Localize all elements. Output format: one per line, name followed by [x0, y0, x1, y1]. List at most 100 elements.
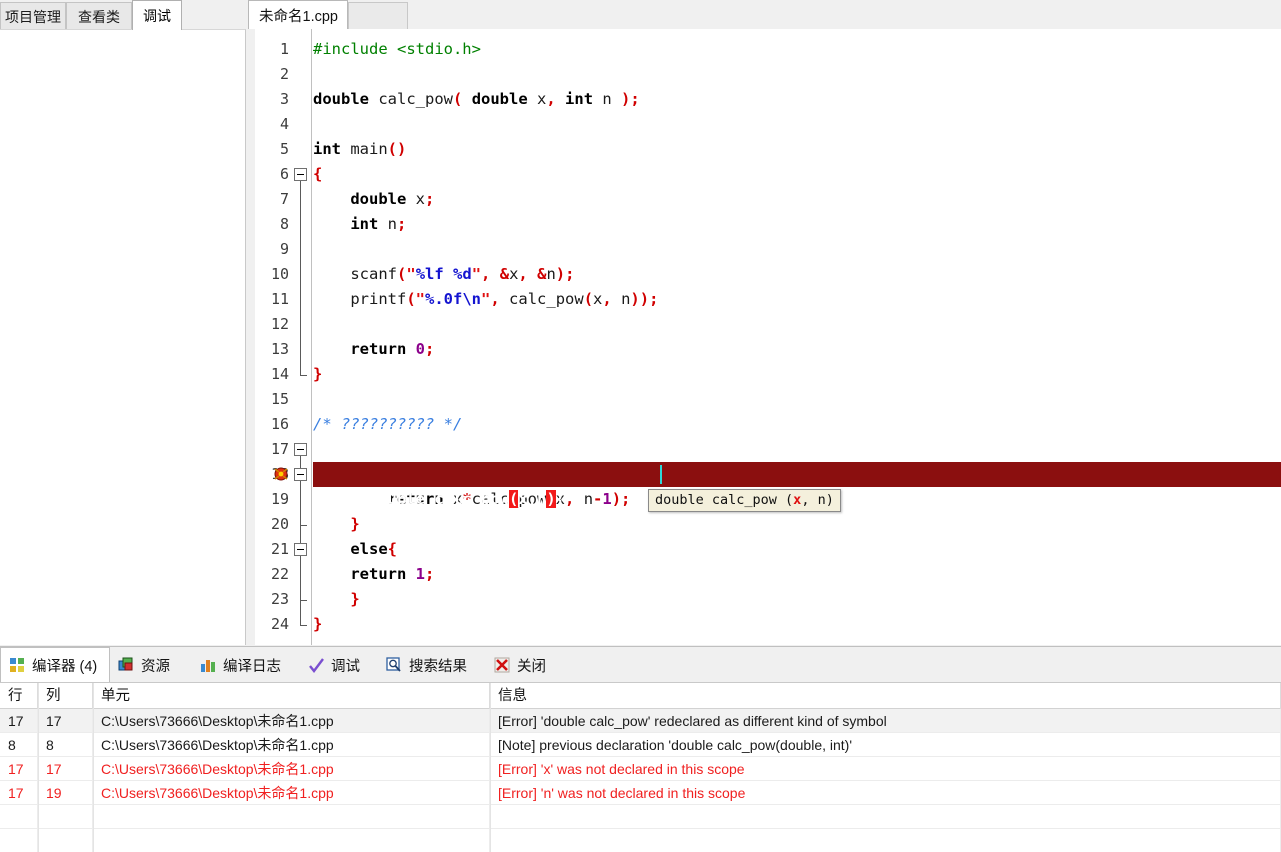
output-tab-label: 关闭: [517, 658, 546, 675]
code-token: &: [499, 265, 510, 283]
output-tab-1[interactable]: 资源: [110, 648, 192, 682]
fold-guide-line: [300, 181, 301, 375]
code-token: %lf %d: [415, 265, 472, 283]
code-token: int: [313, 140, 341, 158]
left-tab-0[interactable]: 项目管理: [0, 2, 66, 30]
parameter-hint-tooltip: double calc_pow (x, n): [648, 489, 841, 512]
line-number: 17: [270, 440, 289, 458]
chart-icon: [200, 657, 217, 674]
line-number: 13: [270, 340, 289, 358]
grid-cell-column: 17: [38, 757, 93, 781]
grid-cell-unit: C:\Users\73666\Desktop\未命名1.cpp: [93, 757, 490, 781]
debug-panel[interactable]: [0, 29, 246, 645]
code-token: /* ?????????? */: [313, 415, 463, 433]
close-icon: [494, 657, 511, 674]
tooltip-prefix: double calc_pow (: [655, 492, 794, 508]
code-token: %.0f\n: [425, 290, 482, 308]
fold-toggle-icon[interactable]: [294, 443, 307, 456]
code-line[interactable]: scanf("%lf %d", &x, &n);: [313, 262, 574, 287]
code-line[interactable]: return 0;: [313, 337, 434, 362]
code-token: ": [415, 290, 426, 308]
fold-toggle-icon[interactable]: [294, 468, 307, 481]
output-tab-0[interactable]: 编译器 (4): [0, 647, 110, 682]
compiler-messages-grid[interactable]: 行列单元 信息 17 17 C:\Users\73666\Desktop\未命名1.c…: [0, 682, 1281, 852]
code-token: n: [378, 215, 397, 233]
code-token: calc_pow: [499, 290, 584, 308]
code-line[interactable]: else{: [313, 537, 397, 562]
code-line[interactable]: }: [313, 362, 322, 387]
left-tab-1[interactable]: 查看类: [66, 2, 132, 30]
fold-toggle-icon[interactable]: [294, 543, 307, 556]
panel-splitter[interactable]: [246, 29, 255, 645]
output-tab-label: 搜索结果: [409, 658, 467, 675]
grid-header-cell-2[interactable]: 单元: [93, 683, 490, 709]
code-line[interactable]: #include <stdio.h>: [313, 37, 481, 62]
code-token: ,: [602, 290, 612, 308]
code-line[interactable]: {: [313, 162, 322, 187]
editor-tab-placeholder[interactable]: [348, 2, 408, 30]
code-token: x: [527, 90, 547, 108]
table-row[interactable]: [0, 829, 1281, 852]
grid-cell-unit: [93, 805, 490, 829]
grid-header: 行列单元 信息: [0, 683, 1281, 709]
grid-header-cell-1[interactable]: 列: [38, 683, 93, 709]
code-line[interactable]: }: [313, 587, 359, 612]
code-line[interactable]: /* ?????????? */: [313, 412, 462, 437]
code-editor[interactable]: 123456789101112131415161718192021222324 …: [255, 29, 1281, 645]
output-tab-2[interactable]: 编译日志: [192, 648, 300, 682]
grid-header-cell-0[interactable]: 行: [0, 683, 38, 709]
column-separator-1[interactable]: [93, 683, 94, 852]
editor-tab-0[interactable]: 未命名1.cpp: [248, 0, 348, 30]
code-line[interactable]: int main(): [313, 137, 406, 162]
code-line[interactable]: return 1;: [313, 562, 434, 587]
blocks-icon: [9, 657, 26, 674]
code-token: #include <stdio.h>: [313, 40, 481, 58]
code-token: n: [593, 90, 622, 108]
table-row[interactable]: 8 8 C:\Users\73666\Desktop\未命名1.cpp [Note] …: [0, 733, 1281, 757]
column-separator-2[interactable]: [490, 683, 491, 852]
table-row[interactable]: [0, 805, 1281, 829]
code-line[interactable]: }: [313, 612, 322, 637]
code-line[interactable]: printf("%.0f\n", calc_pow(x, n));: [313, 287, 658, 312]
left-tab-label: 项目管理: [5, 8, 61, 25]
code-token: n: [546, 265, 556, 283]
line-number: 10: [270, 265, 289, 283]
code-token: double: [313, 90, 369, 108]
line-number: 9: [279, 240, 289, 258]
fold-toggle-icon[interactable]: [294, 168, 307, 181]
table-row[interactable]: 17 17 C:\Users\73666\Desktop\未命名1.cpp [Erro…: [0, 757, 1281, 781]
grid-cell-column: 17: [38, 709, 93, 733]
grid-cell-line: 17: [0, 757, 38, 781]
line-number: 11: [270, 290, 289, 308]
code-line[interactable]: double x;: [313, 187, 434, 212]
left-tab-2[interactable]: 调试: [132, 0, 182, 30]
output-tab-3[interactable]: 调试: [300, 648, 378, 682]
output-tab-4[interactable]: 搜索结果: [378, 648, 486, 682]
grid-cell-line: 17: [0, 781, 38, 805]
code-token: main: [341, 140, 388, 158]
line-number: 1: [279, 40, 289, 58]
code-token: x: [509, 265, 519, 283]
table-row[interactable]: 17 19 C:\Users\73666\Desktop\未命名1.cpp [Erro…: [0, 781, 1281, 805]
grid-cell-message: [Error] 'x' was not declared in this sco…: [490, 757, 1281, 781]
code-token: ));: [630, 290, 659, 308]
grid-cell-column: 8: [38, 733, 93, 757]
column-separator-0[interactable]: [38, 683, 39, 852]
tooltip-suffix: , n): [801, 492, 834, 508]
grid-cell-line: 8: [0, 733, 38, 757]
fold-end-tick: [300, 600, 307, 601]
output-tab-5[interactable]: 关闭: [486, 648, 564, 682]
code-token: (: [583, 290, 594, 308]
grid-header-cell-3[interactable]: 信息: [490, 683, 1281, 709]
error-line-text[interactable]: double calc_pow(x,n){: [313, 462, 565, 508]
code-token: ": [481, 290, 491, 308]
code-line[interactable]: int n;: [313, 212, 406, 237]
table-row[interactable]: 17 17 C:\Users\73666\Desktop\未命名1.cpp [Erro…: [0, 709, 1281, 733]
code-token: {: [313, 165, 323, 183]
code-line[interactable]: double calc_pow( double x, int n );: [313, 87, 640, 112]
grid-cell-column: [38, 829, 93, 852]
code-token: ,: [481, 265, 491, 283]
